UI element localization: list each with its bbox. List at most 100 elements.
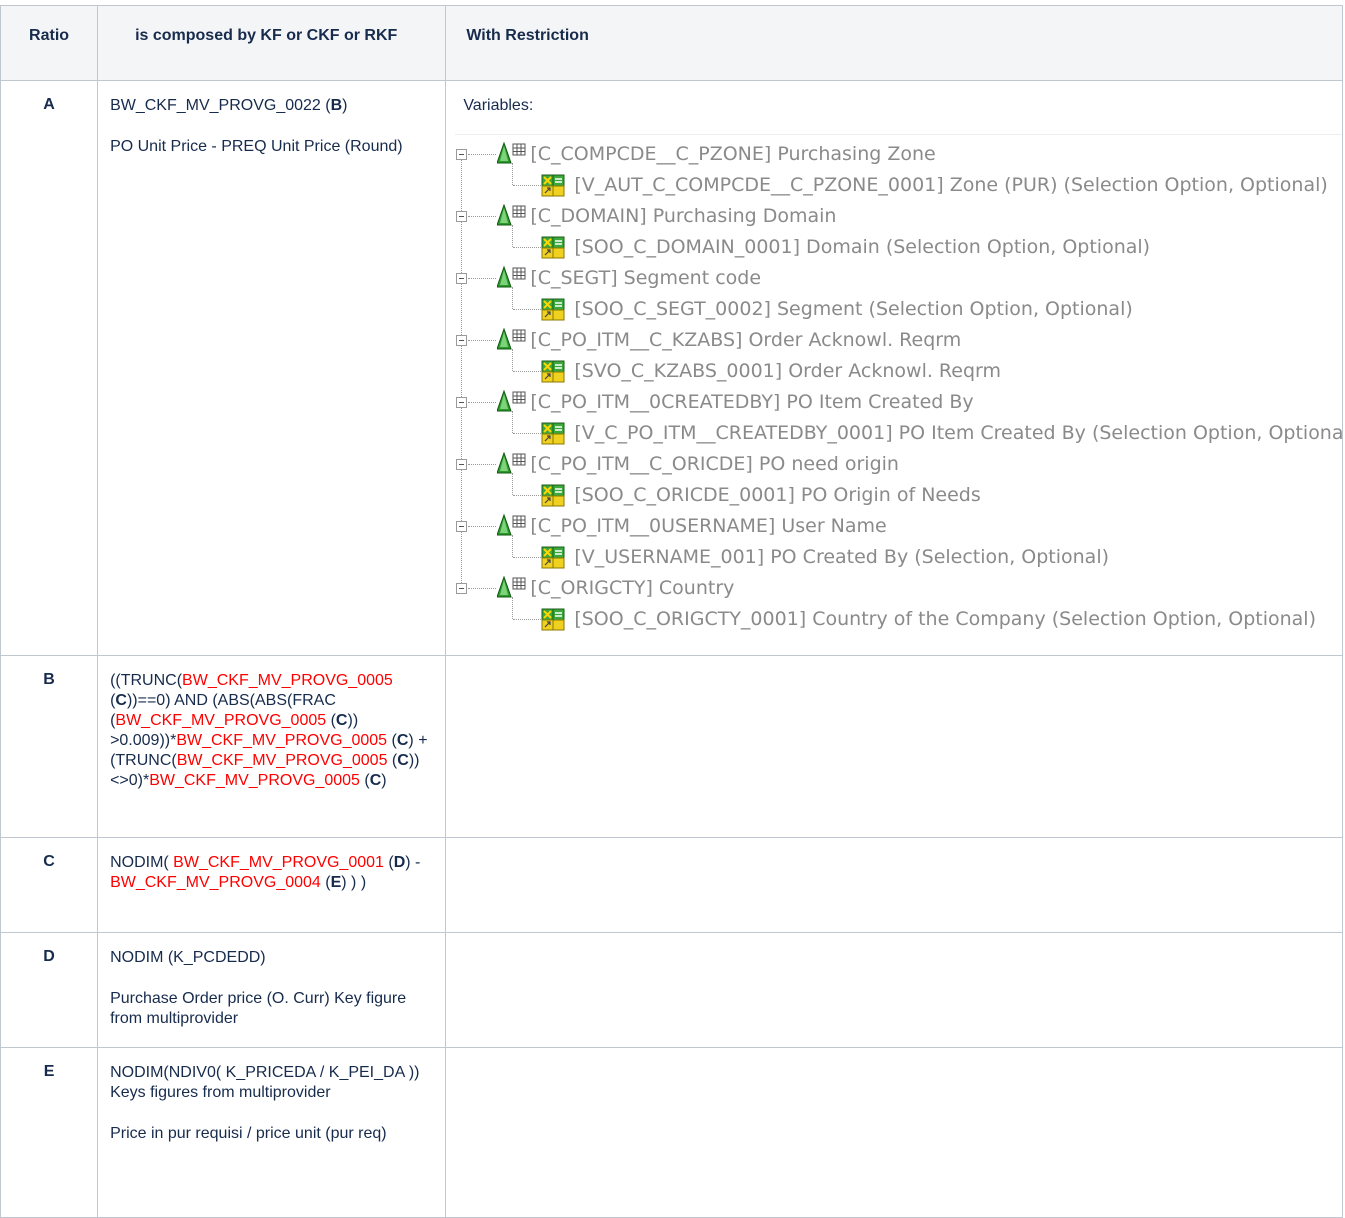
collapse-icon[interactable] bbox=[456, 211, 468, 222]
formula-reference: BW_CKF_MV_PROVG_0005 bbox=[115, 712, 327, 729]
characteristic-icon bbox=[496, 265, 527, 288]
tree-connector bbox=[468, 464, 497, 465]
expression-text: ( bbox=[359, 772, 370, 789]
expression-text: NODIM(NDIV0( K_PRICEDA / K_PEI_DA )) Key… bbox=[110, 1064, 420, 1101]
collapse-icon[interactable] bbox=[456, 149, 468, 160]
tree-node-variable[interactable]: [V_AUT_C_COMPCDE__C_PZONE_0001] Zone (PU… bbox=[574, 170, 1327, 200]
variables-tree: [C_COMPCDE__C_PZONE] Purchasing Zone [V_A… bbox=[455, 134, 1342, 655]
variable-icon bbox=[541, 297, 565, 321]
tree-connector bbox=[468, 340, 497, 341]
collapse-icon[interactable] bbox=[456, 397, 468, 408]
variable-icon bbox=[541, 607, 565, 631]
tree-connector bbox=[468, 154, 497, 155]
ratio-key: B bbox=[0, 655, 99, 838]
header-composed: is composed by KF or CKF or RKF bbox=[97, 5, 447, 81]
restriction-cell bbox=[445, 1047, 1343, 1218]
expression-text: Purchase Order price (O. Curr) Key figur… bbox=[110, 990, 407, 1027]
header-restriction: With Restriction bbox=[445, 5, 1343, 81]
tree-node-variable[interactable]: [V_C_PO_ITM__CREATEDBY_0001] PO Item Cre… bbox=[574, 418, 1342, 448]
table-row: A BW_CKF_MV_PROVG_0022 (B) PO Unit Price … bbox=[0, 80, 1343, 656]
tree-node-characteristic[interactable]: [C_DOMAIN] Purchasing Domain bbox=[530, 201, 836, 231]
ratio-reference: D bbox=[393, 854, 406, 871]
table-row: C NODIM( BW_CKF_MV_PROVG_0001 (D) - BW_C… bbox=[0, 837, 1343, 933]
formula-reference: BW_CKF_MV_PROVG_0004 bbox=[110, 874, 321, 891]
variable-icon bbox=[541, 235, 565, 259]
formula-reference: BW_CKF_MV_PROVG_0005 bbox=[176, 732, 388, 749]
expression-text: ) - bbox=[405, 854, 421, 871]
tree-connector bbox=[513, 309, 542, 310]
collapse-icon[interactable] bbox=[456, 273, 468, 284]
expression-text: NODIM (K_PCDEDD) bbox=[110, 949, 266, 966]
variable-icon bbox=[541, 421, 565, 445]
formula-reference: BW_CKF_MV_PROVG_0001 bbox=[173, 854, 384, 871]
restriction-cell bbox=[445, 932, 1343, 1048]
ratio-expression: NODIM(NDIV0( K_PRICEDA / K_PEI_DA )) Key… bbox=[97, 1047, 447, 1218]
characteristic-icon bbox=[496, 513, 527, 536]
expression-text: ) bbox=[342, 97, 348, 114]
ratio-reference: C bbox=[115, 692, 127, 709]
tree-connector bbox=[468, 278, 497, 279]
variable-icon bbox=[541, 545, 565, 569]
tree-connector bbox=[468, 526, 497, 527]
restriction-cell: Variables: [C_COMPCDE__C_PZONE] Purchasi… bbox=[445, 80, 1343, 656]
ratio-expression: BW_CKF_MV_PROVG_0022 (B) PO Unit Price - … bbox=[97, 80, 447, 656]
tree-node-variable[interactable]: [V_USERNAME_001] PO Created By (Selectio… bbox=[574, 542, 1109, 572]
tree-connector bbox=[513, 247, 542, 248]
header-ratio: Ratio bbox=[0, 5, 99, 81]
restriction-cell bbox=[445, 837, 1343, 933]
tree-node-characteristic[interactable]: [C_PO_ITM__C_KZABS] Order Acknowl. Reqrm bbox=[530, 325, 961, 355]
tree-connector bbox=[513, 433, 542, 434]
ratio-reference: E bbox=[330, 874, 342, 891]
characteristic-icon bbox=[496, 141, 527, 164]
ratio-reference: C bbox=[335, 712, 348, 729]
tree-node-variable[interactable]: [SOO_C_ORIGCTY_0001] Country of the Comp… bbox=[574, 604, 1316, 634]
tree-node-characteristic[interactable]: [C_ORIGCTY] Country bbox=[530, 573, 734, 603]
tree-connector bbox=[468, 402, 497, 403]
tree-node-characteristic[interactable]: [C_PO_ITM__0USERNAME] User Name bbox=[530, 511, 886, 541]
expression-text: NODIM( bbox=[110, 854, 174, 871]
tree-connector bbox=[513, 619, 542, 620]
characteristic-icon bbox=[496, 575, 527, 598]
restriction-cell bbox=[445, 655, 1343, 838]
tree-connector bbox=[512, 287, 514, 309]
ratio-key: A bbox=[0, 80, 99, 656]
table-row: E NODIM(NDIV0( K_PRICEDA / K_PEI_DA )) K… bbox=[0, 1047, 1343, 1218]
expression-text: ( bbox=[383, 854, 394, 871]
ratio-reference: C bbox=[396, 732, 409, 749]
tree-node-characteristic[interactable]: [C_COMPCDE__C_PZONE] Purchasing Zone bbox=[530, 139, 935, 169]
tree-node-characteristic[interactable]: [C_SEGT] Segment code bbox=[530, 263, 761, 293]
expression-text: BW_CKF_MV_PROVG_0022 ( bbox=[110, 97, 331, 114]
ratio-expression: ((TRUNC(BW_CKF_MV_PROVG_0005 (C))==0) AN… bbox=[97, 655, 447, 838]
tree-connector bbox=[512, 225, 514, 247]
tree-node-characteristic[interactable]: [C_PO_ITM__0CREATEDBY] PO Item Created B… bbox=[530, 387, 973, 417]
expression-text: ) bbox=[381, 772, 387, 789]
characteristic-icon bbox=[496, 327, 527, 350]
collapse-icon[interactable] bbox=[456, 459, 468, 470]
tree-node-variable[interactable]: [SOO_C_ORICDE_0001] PO Origin of Needs bbox=[574, 480, 980, 510]
ratio-reference: C bbox=[397, 752, 409, 769]
ratio-reference: B bbox=[330, 97, 343, 114]
tree-node-variable[interactable]: [SOO_C_DOMAIN_0001] Domain (Selection Op… bbox=[574, 232, 1150, 262]
tree-connector bbox=[513, 185, 542, 186]
expression-text: PO Unit Price - PREQ Unit Price (Round) bbox=[110, 138, 403, 155]
expression-text: Price in pur requisi / price unit (pur r… bbox=[110, 1125, 387, 1142]
tree-node-characteristic[interactable]: [C_PO_ITM__C_ORICDE] PO need origin bbox=[530, 449, 899, 479]
table-row: B ((TRUNC(BW_CKF_MV_PROVG_0005 (C))==0) … bbox=[0, 655, 1343, 838]
characteristic-icon bbox=[496, 203, 527, 226]
variables-label: Variables: bbox=[463, 97, 534, 114]
collapse-icon[interactable] bbox=[456, 335, 468, 346]
expression-text: ( bbox=[320, 874, 331, 891]
tree-node-variable[interactable]: [SOO_C_SEGT_0002] Segment (Selection Opt… bbox=[574, 294, 1132, 324]
table-row: D NODIM (K_PCDEDD) Purchase Order price (… bbox=[0, 932, 1343, 1048]
collapse-icon[interactable] bbox=[456, 583, 468, 594]
variable-icon bbox=[541, 483, 565, 507]
ratio-key: E bbox=[0, 1047, 99, 1218]
tree-connector bbox=[512, 349, 514, 371]
formula-reference: BW_CKF_MV_PROVG_0005 bbox=[182, 672, 393, 689]
collapse-icon[interactable] bbox=[456, 521, 468, 532]
tree-connector bbox=[512, 411, 514, 433]
ratio-table: Ratio is composed by KF or CKF or RKF Wi… bbox=[0, 5, 1343, 1218]
tree-connector bbox=[513, 371, 542, 372]
header-composed-text: is composed by KF or CKF or RKF bbox=[135, 27, 398, 44]
tree-node-variable[interactable]: [SVO_C_KZABS_0001] Order Acknowl. Reqrm bbox=[574, 356, 1001, 386]
